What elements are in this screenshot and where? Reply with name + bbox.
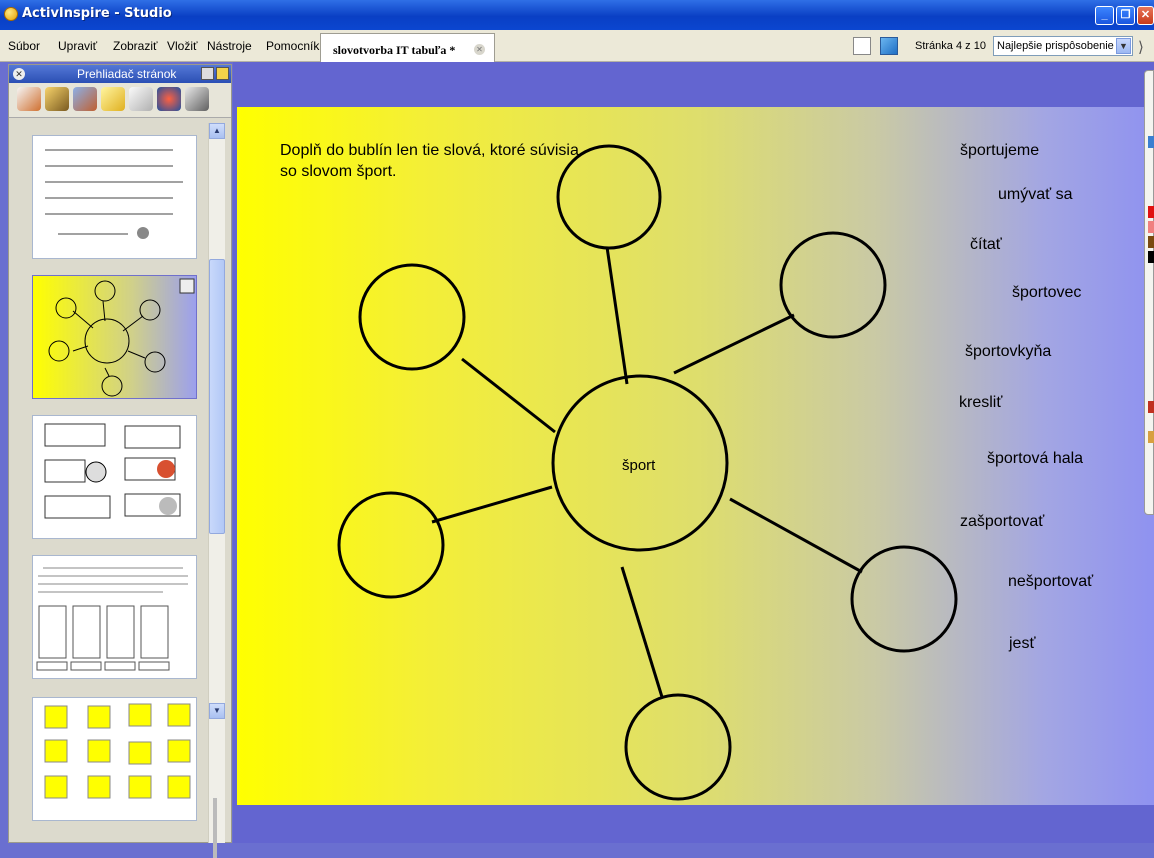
window-title: ActivInspire - Studio	[22, 6, 172, 21]
zoom-select[interactable]: Najlepšie prispôsobenie ▼	[993, 36, 1133, 56]
word-label[interactable]: športová hala	[987, 450, 1083, 468]
page-browser-title: Prehliadač stránok	[77, 67, 177, 81]
tool-icon[interactable]	[1148, 431, 1154, 443]
object-browser-icon[interactable]	[73, 87, 97, 111]
pin-panel-icon[interactable]	[216, 67, 229, 80]
color-swatch-red[interactable]	[1148, 206, 1154, 218]
page-thumbnail-selected[interactable]	[32, 275, 197, 399]
page-thumbnail[interactable]	[32, 135, 197, 259]
page-browser-header: ✕ Prehliadač stránok	[9, 65, 231, 83]
color-swatch-black[interactable]	[1148, 251, 1154, 263]
word-label[interactable]: športujeme	[960, 142, 1039, 160]
empty-bubble	[850, 545, 958, 653]
word-label[interactable]: športovkyňa	[965, 343, 1051, 361]
document-tab[interactable]: slovotvorba IT tabuľa * ✕	[320, 33, 495, 62]
page-notes-icon[interactable]	[853, 37, 871, 55]
word-label[interactable]: čítať	[970, 236, 1002, 254]
resource-browser-icon[interactable]	[45, 87, 69, 111]
thumbnail-scrollbar[interactable]: ▲ ▼	[208, 123, 225, 843]
word-label[interactable]: športovec	[1012, 284, 1081, 302]
menu-help[interactable]: Pomocník	[266, 39, 319, 53]
empty-bubble	[779, 231, 887, 339]
main-toolbox[interactable]	[1144, 70, 1154, 515]
empty-bubble	[624, 693, 732, 801]
menu-view[interactable]: Zobraziť	[113, 39, 158, 53]
instructions-text: Doplň do bublín len tie slová, ktoré súv…	[280, 142, 579, 180]
panel-menu-icon[interactable]	[201, 67, 214, 80]
scroll-up-icon[interactable]: ▲	[209, 123, 225, 139]
menu-insert[interactable]: Vložiť	[167, 39, 198, 53]
page-thumbnail[interactable]	[32, 697, 197, 821]
activinspire-icon	[4, 7, 18, 21]
zoom-value: Najlepšie prispôsobenie	[997, 40, 1114, 52]
spoke-line	[729, 497, 863, 574]
spoke-line	[620, 566, 664, 698]
spoke-line	[673, 313, 795, 375]
center-word: šport	[622, 457, 656, 474]
notes-browser-icon[interactable]	[101, 87, 125, 111]
menu-tools[interactable]: Nástroje	[207, 39, 252, 53]
empty-bubble	[337, 491, 445, 599]
word-label[interactable]: zašportovať	[960, 513, 1044, 531]
menu-bar: Súbor Upraviť Zobraziť Vložiť Nástroje P…	[0, 30, 1154, 62]
page-thumbnail[interactable]	[32, 555, 197, 679]
page-thumbnails: ▲ ▼	[9, 117, 231, 858]
thumbnail-size-slider[interactable]	[213, 798, 217, 858]
maximize-button[interactable]: ❐	[1116, 6, 1135, 25]
title-bar: ActivInspire - Studio _ ❐ ✕	[0, 0, 1154, 30]
spoke-line	[605, 246, 629, 385]
document-tab-label: slovotvorba IT tabuľa *	[333, 43, 456, 57]
chevron-down-icon[interactable]: ▼	[1116, 38, 1131, 54]
empty-bubble	[358, 263, 466, 371]
word-label[interactable]: umývať sa	[998, 186, 1072, 204]
flipchart-page[interactable]: Doplň do bublín len tie slová, ktoré súv…	[237, 107, 1154, 805]
property-browser-icon[interactable]	[129, 87, 153, 111]
close-button[interactable]: ✕	[1137, 6, 1154, 25]
word-label[interactable]: kresliť	[959, 394, 1002, 412]
spoke-line	[461, 357, 556, 434]
page-browser-icon[interactable]	[17, 87, 41, 111]
spoke-line	[431, 485, 553, 524]
minimize-button[interactable]: _	[1095, 6, 1114, 25]
color-swatch-pink[interactable]	[1148, 221, 1154, 233]
browser-toolbar	[9, 83, 231, 117]
action-browser-icon[interactable]	[157, 87, 181, 111]
page-thumbnail[interactable]	[32, 415, 197, 539]
color-swatch-brown[interactable]	[1148, 236, 1154, 248]
page-indicator: Stránka 4 z 10	[915, 40, 986, 52]
page-browser-panel: ✕ Prehliadač stránok ▲ ▼	[8, 64, 232, 858]
voting-browser-icon[interactable]	[185, 87, 209, 111]
flipchart-icon[interactable]	[880, 37, 898, 55]
close-panel-icon[interactable]: ✕	[13, 68, 25, 80]
menu-edit[interactable]: Upraviť	[58, 39, 97, 53]
menu-file[interactable]: Súbor	[8, 39, 40, 53]
word-label[interactable]: jesť	[1009, 635, 1035, 653]
tool-icon[interactable]	[1148, 401, 1154, 413]
scrollbar-thumb[interactable]	[209, 259, 225, 534]
expand-icon[interactable]: ⟩	[1138, 38, 1144, 56]
scroll-down-icon[interactable]: ▼	[209, 703, 225, 719]
tool-icon[interactable]	[1148, 136, 1154, 148]
close-tab-icon[interactable]: ✕	[474, 44, 485, 55]
word-label[interactable]: nešportovať	[1008, 573, 1093, 591]
